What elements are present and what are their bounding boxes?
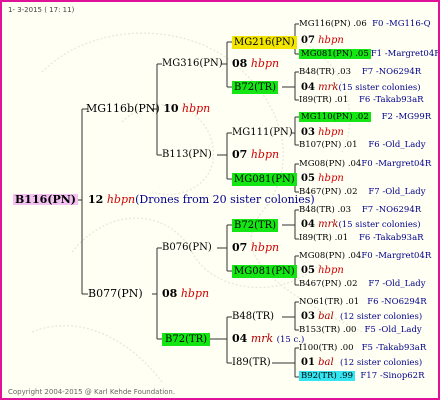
gen4-row[interactable]: B153(TR) .00 F5 -Old_Lady — [299, 325, 422, 336]
gen1-bottom-breed: hbpn — [180, 287, 210, 300]
gen4-row[interactable]: MG081(PN) .05 F1 -Margret04R — [299, 49, 438, 60]
root-breed: hbpn — [106, 193, 136, 206]
gen1-top-year: 10 — [163, 102, 179, 115]
root-note: (Drones from 20 sister colonies) — [135, 193, 315, 206]
gen3-a2-label[interactable]: B72(TR) — [232, 81, 279, 94]
root-queen[interactable]: B116(PN) — [13, 194, 78, 205]
gen4-mating: 04 mrk(15 sister colonies) — [301, 219, 421, 230]
gen4-mating: 04 mrk(15 sister colonies) — [301, 82, 421, 93]
gen1-top-node[interactable]: MG116b(PN) 10 hbpn — [86, 103, 210, 114]
gen1-top-breed: hbpn — [182, 102, 211, 115]
copyright-footer: Copyright 2004-2015 @ Karl Kehde Foundat… — [8, 388, 176, 396]
gen4-row[interactable]: B48(TR) .03 F7 -NO6294R — [299, 67, 421, 78]
gen3-c1-label[interactable]: B72(TR) — [232, 219, 279, 232]
gen2-a-year: 08 — [232, 57, 248, 70]
gen2-a-mating: 08 hbpn — [232, 58, 279, 69]
gen2-b-year: 07 — [232, 148, 248, 161]
gen1-bottom-node[interactable]: B077(PN) — [88, 288, 143, 299]
gen3-b2-label[interactable]: MG081(PN) — [232, 173, 297, 186]
gen4-row[interactable]: MG08(PN) .04F0 -Margret04R — [299, 159, 431, 170]
gen4-row[interactable]: I89(TR) .01 F6 -Takab93aR — [299, 233, 424, 244]
gen3-a1-label[interactable]: MG216(PN) — [232, 36, 297, 49]
gen4-row[interactable]: MG116(PN) .06 F0 -MG116-Q — [299, 19, 431, 30]
gen2-c-label[interactable]: B076(PN) — [162, 242, 212, 253]
gen2-b-breed: hbpn — [250, 148, 280, 161]
gen4-row[interactable]: MG110(PN) .02 F2 -MG99R — [299, 112, 431, 123]
gen4-row[interactable]: I89(TR) .01 F6 -Takab93aR — [299, 95, 424, 106]
root-year: 12 — [88, 193, 104, 206]
gen2-d-year: 04 — [232, 332, 248, 345]
gen4-mating: 01 bal (12 sister colonies) — [301, 357, 423, 368]
gen4-row[interactable]: B107(PN) .01 F6 -Old_Lady — [299, 140, 426, 151]
gen3-b1-label[interactable]: MG111(PN) — [232, 127, 293, 138]
gen2-a-breed: hbpn — [250, 57, 280, 70]
gen4-row[interactable]: NO61(TR) .01 F6 -NO6294R — [299, 297, 427, 308]
gen4-mating: 03 bal (12 sister colonies) — [301, 311, 423, 322]
gen3-d2-label[interactable]: I89(TR) — [232, 357, 271, 368]
gen2-c-mating: 07 hbpn — [232, 242, 279, 253]
gen4-row[interactable]: B48(TR) .03 F7 -NO6294R — [299, 205, 421, 216]
gen1-bottom-label: B077(PN) — [88, 287, 143, 300]
gen4-mating: 05 hbpn — [301, 265, 344, 276]
pedigree-frame: 1- 3-2015 ( 17: 11) B116(PN) 12 hbpn(Dro… — [0, 0, 440, 400]
gen4-row[interactable]: I100(TR) .00 F5 -Takab93aR — [299, 343, 426, 354]
gen3-c2-label[interactable]: MG081(PN) — [232, 265, 297, 278]
gen2-b-mating: 07 hbpn — [232, 149, 279, 160]
gen4-row[interactable]: MG08(PN) .04F0 -Margret04R — [299, 251, 431, 262]
gen4-row[interactable]: B467(PN) .02 F7 -Old_Lady — [299, 279, 426, 290]
gen2-d-breed: mrk — [250, 332, 274, 345]
gen2-b-label[interactable]: B113(PN) — [162, 149, 212, 160]
gen2-d-label[interactable]: B72(TR) — [162, 333, 211, 346]
gen2-d-mating: 04 mrk (15 c.) — [232, 333, 304, 346]
gen2-c-year: 07 — [232, 241, 248, 254]
gen4-row[interactable]: B92(TR) .99 F17 -Sinop62R — [299, 371, 424, 382]
gen1-top-label: MG116b(PN) — [86, 102, 160, 115]
gen2-c-breed: hbpn — [250, 241, 280, 254]
gen3-d1-label[interactable]: B48(TR) — [232, 311, 274, 322]
gen2-a-label[interactable]: MG316(PN) — [162, 58, 223, 69]
gen4-mating: 03 hbpn — [301, 127, 344, 138]
gen1-bottom-mating: 08 hbpn — [162, 288, 209, 299]
gen4-mating: 07 hbpn — [301, 35, 344, 46]
gen1-bottom-year: 08 — [162, 287, 178, 300]
gen4-mating: 05 hbpn — [301, 173, 344, 184]
root-mating-info: 12 hbpn(Drones from 20 sister colonies) — [88, 194, 315, 205]
gen4-row[interactable]: B467(PN) .02 F7 -Old_Lady — [299, 187, 426, 198]
